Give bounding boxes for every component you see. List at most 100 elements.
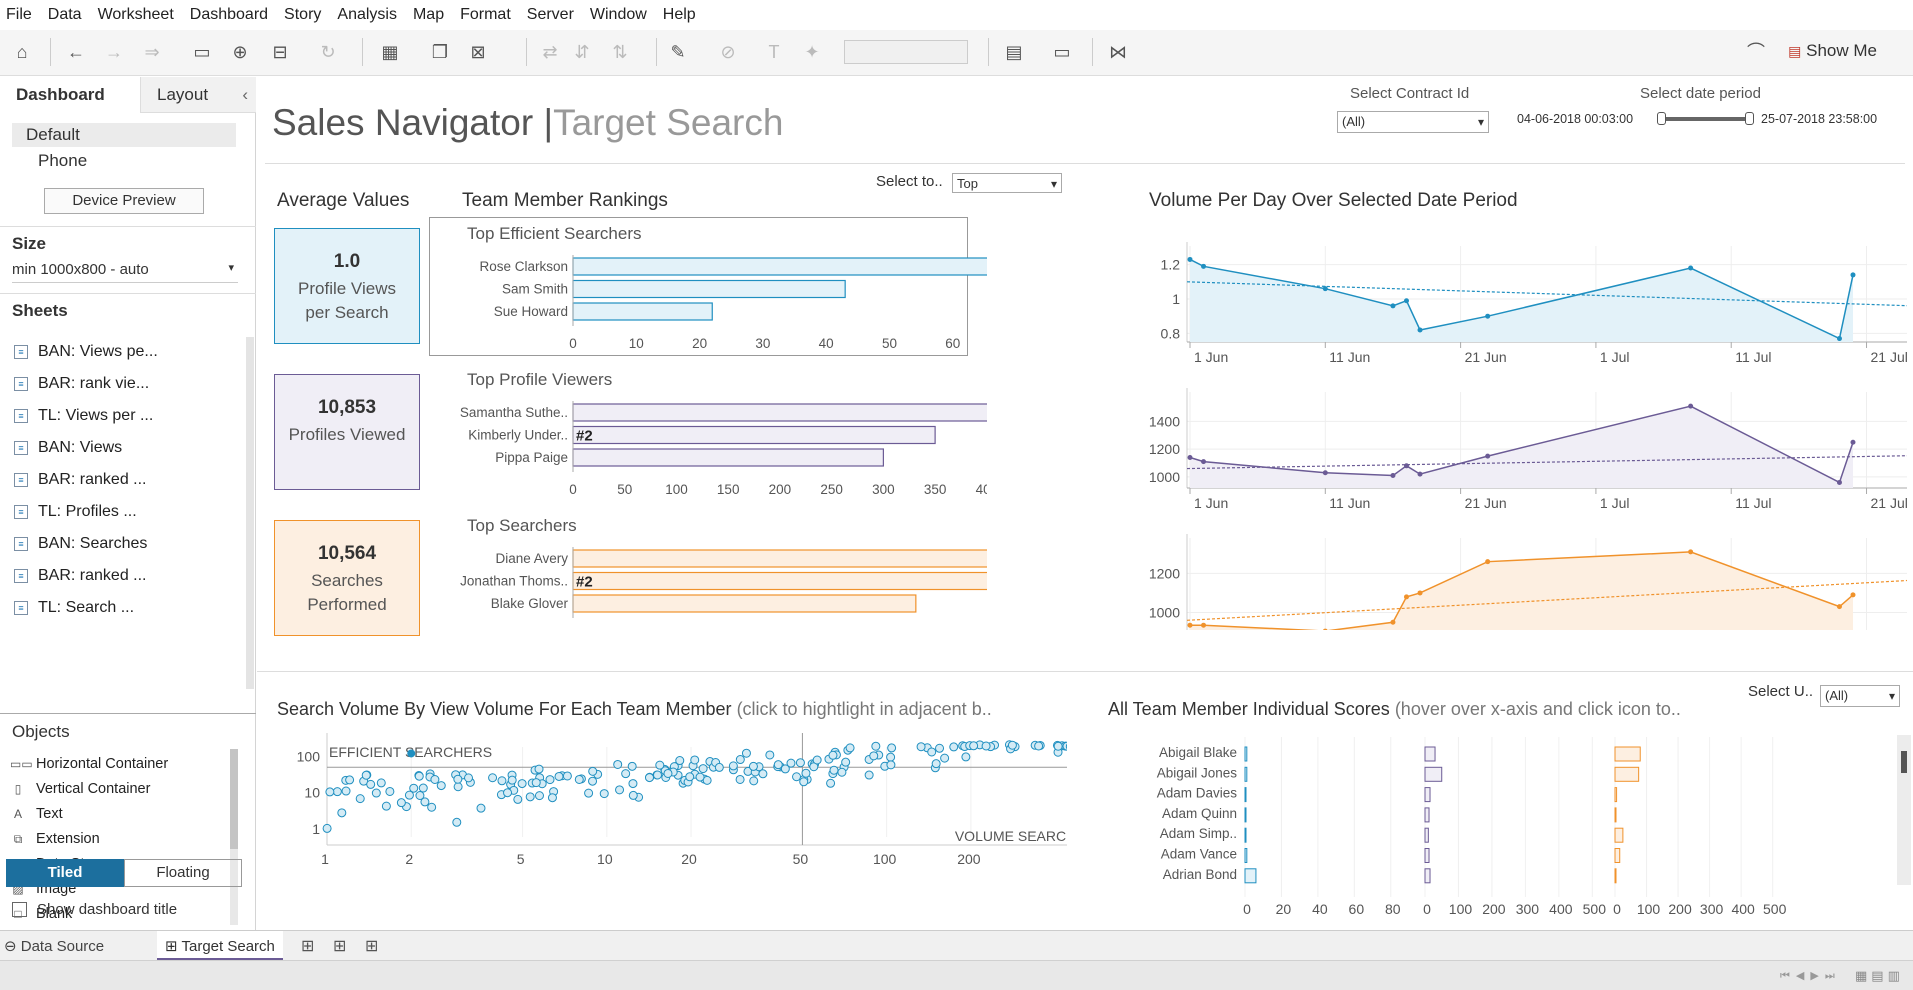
sheet-item[interactable]: ≡ BAN: Views pe... xyxy=(14,343,158,361)
data-point[interactable] xyxy=(1417,590,1423,596)
presentation-icon[interactable]: ▭ xyxy=(1050,40,1074,64)
show-me-button[interactable]: ▤ Show Me xyxy=(1788,41,1877,61)
scatter-point[interactable] xyxy=(476,803,486,813)
scatter-point[interactable] xyxy=(534,791,544,801)
bar[interactable] xyxy=(572,403,987,422)
menu-item-file[interactable]: File xyxy=(6,6,32,24)
data-point[interactable] xyxy=(1403,298,1409,304)
score-bar[interactable] xyxy=(1244,787,1247,803)
bar[interactable] xyxy=(572,594,917,613)
score-bar[interactable] xyxy=(1244,868,1257,884)
data-point[interactable] xyxy=(1688,265,1694,271)
sheet-item[interactable]: ≡ TL: Views per ... xyxy=(14,407,153,425)
data-point[interactable] xyxy=(1390,473,1396,479)
scatter-point[interactable] xyxy=(690,755,700,765)
objects-scrollbar[interactable] xyxy=(230,749,238,925)
scatter-point[interactable] xyxy=(748,761,758,771)
scatter-point[interactable] xyxy=(935,743,945,753)
scatter-point[interactable] xyxy=(615,785,625,795)
scatter-point[interactable] xyxy=(464,773,474,783)
scatter-point-selected[interactable] xyxy=(407,749,416,758)
menu-item-server[interactable]: Server xyxy=(527,6,574,24)
tab-target-search[interactable]: ⊞ Target Search xyxy=(157,931,283,961)
scatter-point[interactable] xyxy=(547,793,557,803)
scatter-point[interactable] xyxy=(345,775,355,785)
new-datasource-icon[interactable]: ⊕ xyxy=(228,40,252,64)
data-point[interactable] xyxy=(1836,336,1842,342)
sheet-item[interactable]: ≡ TL: Profiles ... xyxy=(14,503,137,521)
paint-icon[interactable]: ⌒ xyxy=(1744,40,1768,64)
label-icon[interactable]: T xyxy=(762,40,786,64)
menu-item-story[interactable]: Story xyxy=(284,6,321,24)
score-bar[interactable] xyxy=(1424,766,1443,782)
menu-item-format[interactable]: Format xyxy=(460,6,511,24)
scatter-point[interactable] xyxy=(981,741,991,751)
scatter-point[interactable] xyxy=(371,788,381,798)
scatter-point[interactable] xyxy=(621,769,631,779)
scatter-point[interactable] xyxy=(404,790,414,800)
data-point[interactable] xyxy=(1850,272,1856,278)
scatter-point[interactable] xyxy=(749,776,759,786)
select-to-dropdown[interactable]: Top xyxy=(952,173,1062,194)
scatter-point[interactable] xyxy=(735,774,745,784)
score-bar[interactable] xyxy=(1424,848,1430,863)
scatter-point[interactable] xyxy=(741,748,751,758)
scatter-point[interactable] xyxy=(332,787,342,797)
scatter-point[interactable] xyxy=(1007,740,1017,750)
score-bar[interactable] xyxy=(1614,848,1621,863)
data-point[interactable] xyxy=(1323,628,1328,630)
data-point[interactable] xyxy=(1390,619,1396,625)
home-icon[interactable]: ⌂ xyxy=(10,40,34,64)
data-point[interactable] xyxy=(1850,439,1856,445)
scatter-point[interactable] xyxy=(961,752,971,762)
scatter-point[interactable] xyxy=(812,755,822,765)
refresh-icon[interactable]: ↻ xyxy=(316,40,340,64)
data-point[interactable] xyxy=(1187,454,1193,460)
sheet-item[interactable]: ≡ TL: Search ... xyxy=(14,599,134,617)
scatter-point[interactable] xyxy=(513,794,523,804)
floating-button[interactable]: Floating xyxy=(124,859,242,887)
scatter-point[interactable] xyxy=(931,759,941,769)
scatter-point[interactable] xyxy=(599,789,609,799)
menu-item-map[interactable]: Map xyxy=(413,6,444,24)
scatter-point[interactable] xyxy=(627,761,637,771)
data-point[interactable] xyxy=(1201,263,1207,269)
scrollbar-thumb[interactable] xyxy=(1901,751,1907,773)
menu-item-dashboard[interactable]: Dashboard xyxy=(190,6,268,24)
scatter-point[interactable] xyxy=(735,755,745,765)
sheet-item[interactable]: ≡ BAR: rank vie... xyxy=(14,375,149,393)
swap-icon[interactable]: ⇄ xyxy=(538,40,562,64)
scatter-point[interactable] xyxy=(828,750,838,760)
group-icon[interactable]: ⊘ xyxy=(716,40,740,64)
scatter-point[interactable] xyxy=(325,787,335,797)
scatter-point[interactable] xyxy=(655,760,665,770)
score-bar[interactable] xyxy=(1424,746,1436,762)
tiled-button[interactable]: Tiled xyxy=(6,859,124,887)
scatter-point[interactable] xyxy=(366,779,376,789)
score-bar[interactable] xyxy=(1614,807,1617,823)
sort-asc-icon[interactable]: ⇵ xyxy=(570,40,594,64)
new-sheet-icon[interactable]: ▦ xyxy=(378,40,402,64)
scatter-point[interactable] xyxy=(698,764,708,774)
data-point[interactable] xyxy=(1485,559,1491,565)
highlight-icon[interactable]: ✎ xyxy=(666,40,690,64)
share-icon[interactable]: ⋈ xyxy=(1106,40,1130,64)
data-point[interactable] xyxy=(1485,313,1491,319)
data-point[interactable] xyxy=(1485,453,1491,459)
duplicate-icon[interactable]: ❐ xyxy=(428,40,452,64)
scatter-point[interactable] xyxy=(886,752,896,762)
scatter-point[interactable] xyxy=(837,767,847,777)
scatter-point[interactable] xyxy=(613,759,623,769)
ban-card[interactable]: 10,853 Profiles Viewed xyxy=(274,374,420,490)
new-story-icon[interactable]: ⊞ xyxy=(365,936,378,956)
scatter-point[interactable] xyxy=(663,768,673,778)
scatter-point[interactable] xyxy=(414,771,424,781)
score-bar[interactable] xyxy=(1244,807,1247,823)
data-point[interactable] xyxy=(1417,471,1423,477)
scatter-point[interactable] xyxy=(531,778,541,788)
object-item[interactable]: ⧉ Extension xyxy=(10,831,100,847)
menu-item-worksheet[interactable]: Worksheet xyxy=(98,6,174,24)
scatter-point[interactable] xyxy=(525,792,535,802)
scatter-point[interactable] xyxy=(453,782,463,792)
bar[interactable] xyxy=(572,448,884,467)
